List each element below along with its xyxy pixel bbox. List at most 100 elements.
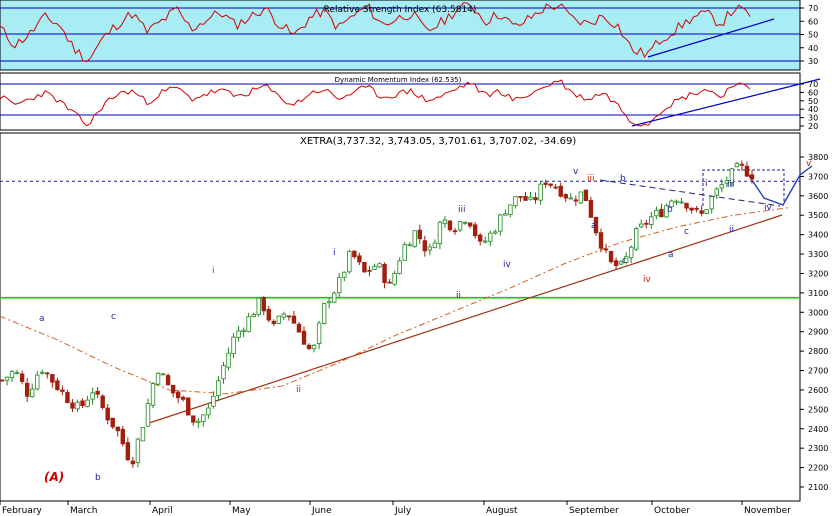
wave-label-i-small: i [333,248,336,258]
candle-down [261,297,266,312]
candle-up [714,188,719,196]
candle-up [513,196,518,207]
candle-down [60,389,65,392]
candle-down [19,373,25,382]
candle-up [457,221,463,231]
candle-down [422,240,428,252]
dmi-tick-label: 60 [808,88,818,97]
price-tick-label: 3700 [808,172,828,181]
candle-down [266,308,271,321]
candle-down [749,174,755,180]
price-tick-label: 2900 [808,328,828,337]
candle-down [563,194,568,199]
rsi-tick-label: 50 [808,31,818,40]
candle-up [493,231,498,234]
candle-down [467,222,473,227]
candle-down [125,442,131,461]
price-tick-label: 3600 [808,192,828,201]
candle-down [291,315,297,324]
wave-label-c: c [111,312,116,322]
candle-up [231,336,236,354]
wave-label-c-sep: c [622,256,627,266]
candle-down [417,229,422,240]
candle-up [578,191,584,204]
candle-down [191,415,196,423]
candle-down [175,391,181,399]
month-label: September [569,506,619,516]
dmi-tick-label: 50 [808,97,818,106]
candle-down [583,189,589,202]
candle-up [649,216,654,225]
candle-down [357,255,362,263]
candle-down [573,199,579,202]
candle-up [321,303,327,324]
candle-up [488,232,493,242]
dmi-axis-ticks: 203040506070 [800,80,818,131]
candle-down [477,234,483,242]
candle-up [211,395,216,407]
candle-up [734,163,740,168]
candle-up [35,374,40,390]
candle-down [115,426,120,432]
month-label: March [70,506,97,516]
candle-up [709,196,714,210]
candle-down [296,323,302,333]
candle-down [367,269,372,272]
candle-up [316,322,322,344]
candle-down [558,185,563,197]
price-tick-label: 3100 [808,289,828,298]
candle-up [407,244,412,247]
candle-down [603,248,609,251]
wave-label-iv-oct: iv [764,203,773,213]
candle-up [135,438,141,463]
candle-up [150,383,156,406]
candle-down [165,375,171,386]
candle-up [628,246,634,259]
candle-up [281,313,287,318]
candle-up [538,183,543,201]
candle-up [216,380,221,396]
wave-label-a: a [39,314,45,324]
rsi-tick-label: 70 [808,4,818,13]
candle-down [24,382,30,397]
wave-label-a-oct: a [668,250,674,260]
wave-label-i-oct: i [705,179,708,189]
price-tick-label: 3400 [808,231,828,240]
rsi-tick-label: 30 [808,57,818,66]
wave-label-b-oct: b [667,205,673,215]
candle-up [145,403,151,427]
candle-up [311,344,317,350]
price-title: XETRA(3,737.32, 3,743.05, 3,701.61, 3,70… [300,136,576,147]
candle-up [342,271,347,278]
month-label: August [486,506,518,516]
dmi-tick-label: 20 [808,122,818,131]
month-label: October [654,506,690,516]
candle-down [95,390,100,395]
rsi-title: Relative Strength Index (63.5814) [324,5,477,15]
candle-up [719,184,724,189]
candle-up [498,214,503,232]
candle-up [155,372,161,385]
candle-down [105,407,110,421]
candle-down [452,230,458,233]
month-label: July [394,506,412,516]
candle-up [372,265,377,270]
wave-label-iii-small: iii [458,205,466,215]
candle-down [548,183,553,186]
time-axis: February March April May June July August Septe… [0,500,800,516]
wave-label-ii: ii [296,385,301,395]
candle-up [251,314,256,318]
month-label: November [744,506,791,516]
wave-label-ii-oct: ii [729,225,734,235]
price-tick-label: 2100 [808,483,828,492]
candle-down [472,224,478,237]
price-tick-label: 3500 [808,211,828,220]
candle-down [0,379,5,382]
rsi-panel: Relative Strength Index (63.5814) 30 40 50… [0,0,818,71]
candle-up [347,250,352,273]
candle-down [271,320,277,325]
candle-up [236,330,241,338]
price-tick-label: 2500 [808,405,828,414]
wave-label-b-sep: b [620,174,626,184]
candle-down [352,250,357,258]
